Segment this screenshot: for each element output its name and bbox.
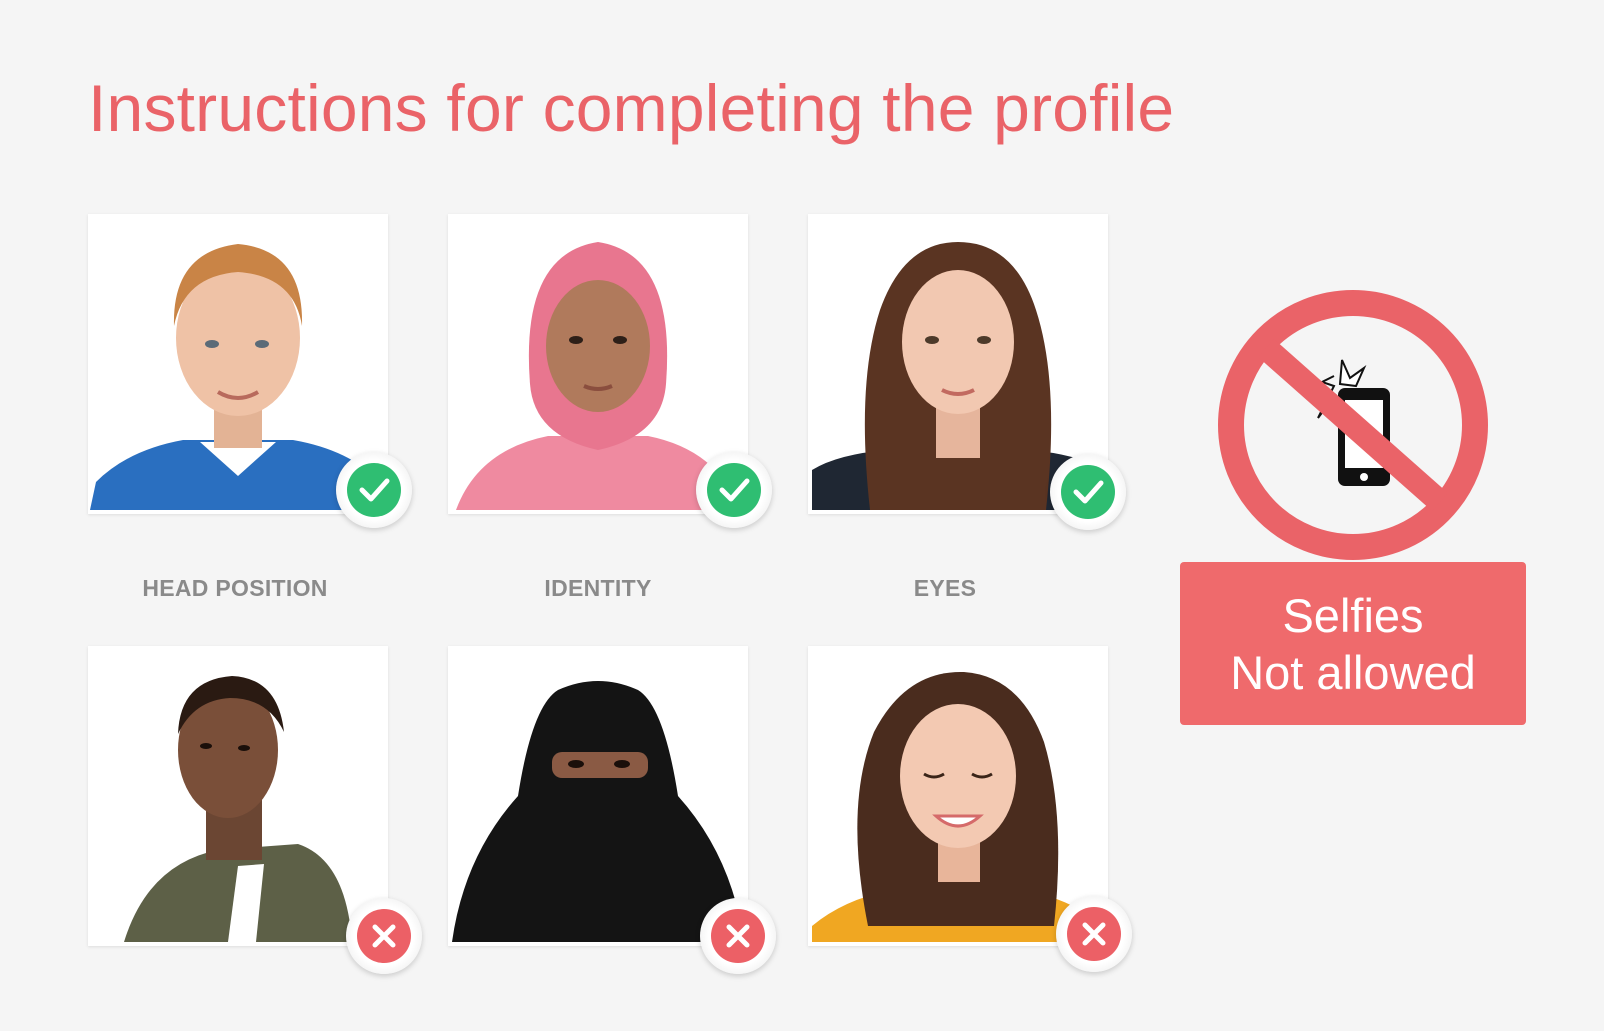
check-icon xyxy=(719,478,750,502)
check-icon xyxy=(359,478,390,502)
portrait-woman-eyes-closed-image xyxy=(808,646,1108,946)
approved-badge xyxy=(1050,454,1126,530)
selfies-label: Selfies xyxy=(1282,588,1424,642)
portrait-woman-niqab-image xyxy=(448,646,748,946)
photo-example-head-position-good xyxy=(88,214,412,528)
caption-head-position: HEAD POSITION xyxy=(142,575,328,601)
photo-example-eyes-good xyxy=(808,214,1126,530)
caption-identity: IDENTITY xyxy=(544,575,652,601)
check-icon xyxy=(1073,480,1104,504)
no-selfie-icon xyxy=(1218,290,1488,560)
photo-example-head-tilted-bad xyxy=(88,646,422,974)
caption-eyes: EYES xyxy=(913,575,977,601)
photo-example-identity-good xyxy=(448,214,772,528)
rejected-badge xyxy=(1056,896,1132,972)
page-title: Instructions for completing the profile xyxy=(88,71,1175,145)
cross-icon xyxy=(1082,922,1106,946)
rejected-badge xyxy=(700,898,776,974)
instructions-page: Instructions for completing the profile xyxy=(0,0,1604,1031)
rejected-badge xyxy=(346,898,422,974)
photo-example-eyes-closed-bad xyxy=(808,646,1132,972)
cross-icon xyxy=(726,924,750,948)
approved-badge xyxy=(696,452,772,528)
not-allowed-label: Not allowed xyxy=(1230,645,1476,699)
approved-badge xyxy=(336,452,412,528)
selfies-not-allowed-banner: Selfies Not allowed xyxy=(1180,562,1526,725)
photo-example-face-covered-bad xyxy=(448,646,776,974)
portrait-man-tilted-image xyxy=(88,646,388,946)
cross-icon xyxy=(372,924,396,948)
